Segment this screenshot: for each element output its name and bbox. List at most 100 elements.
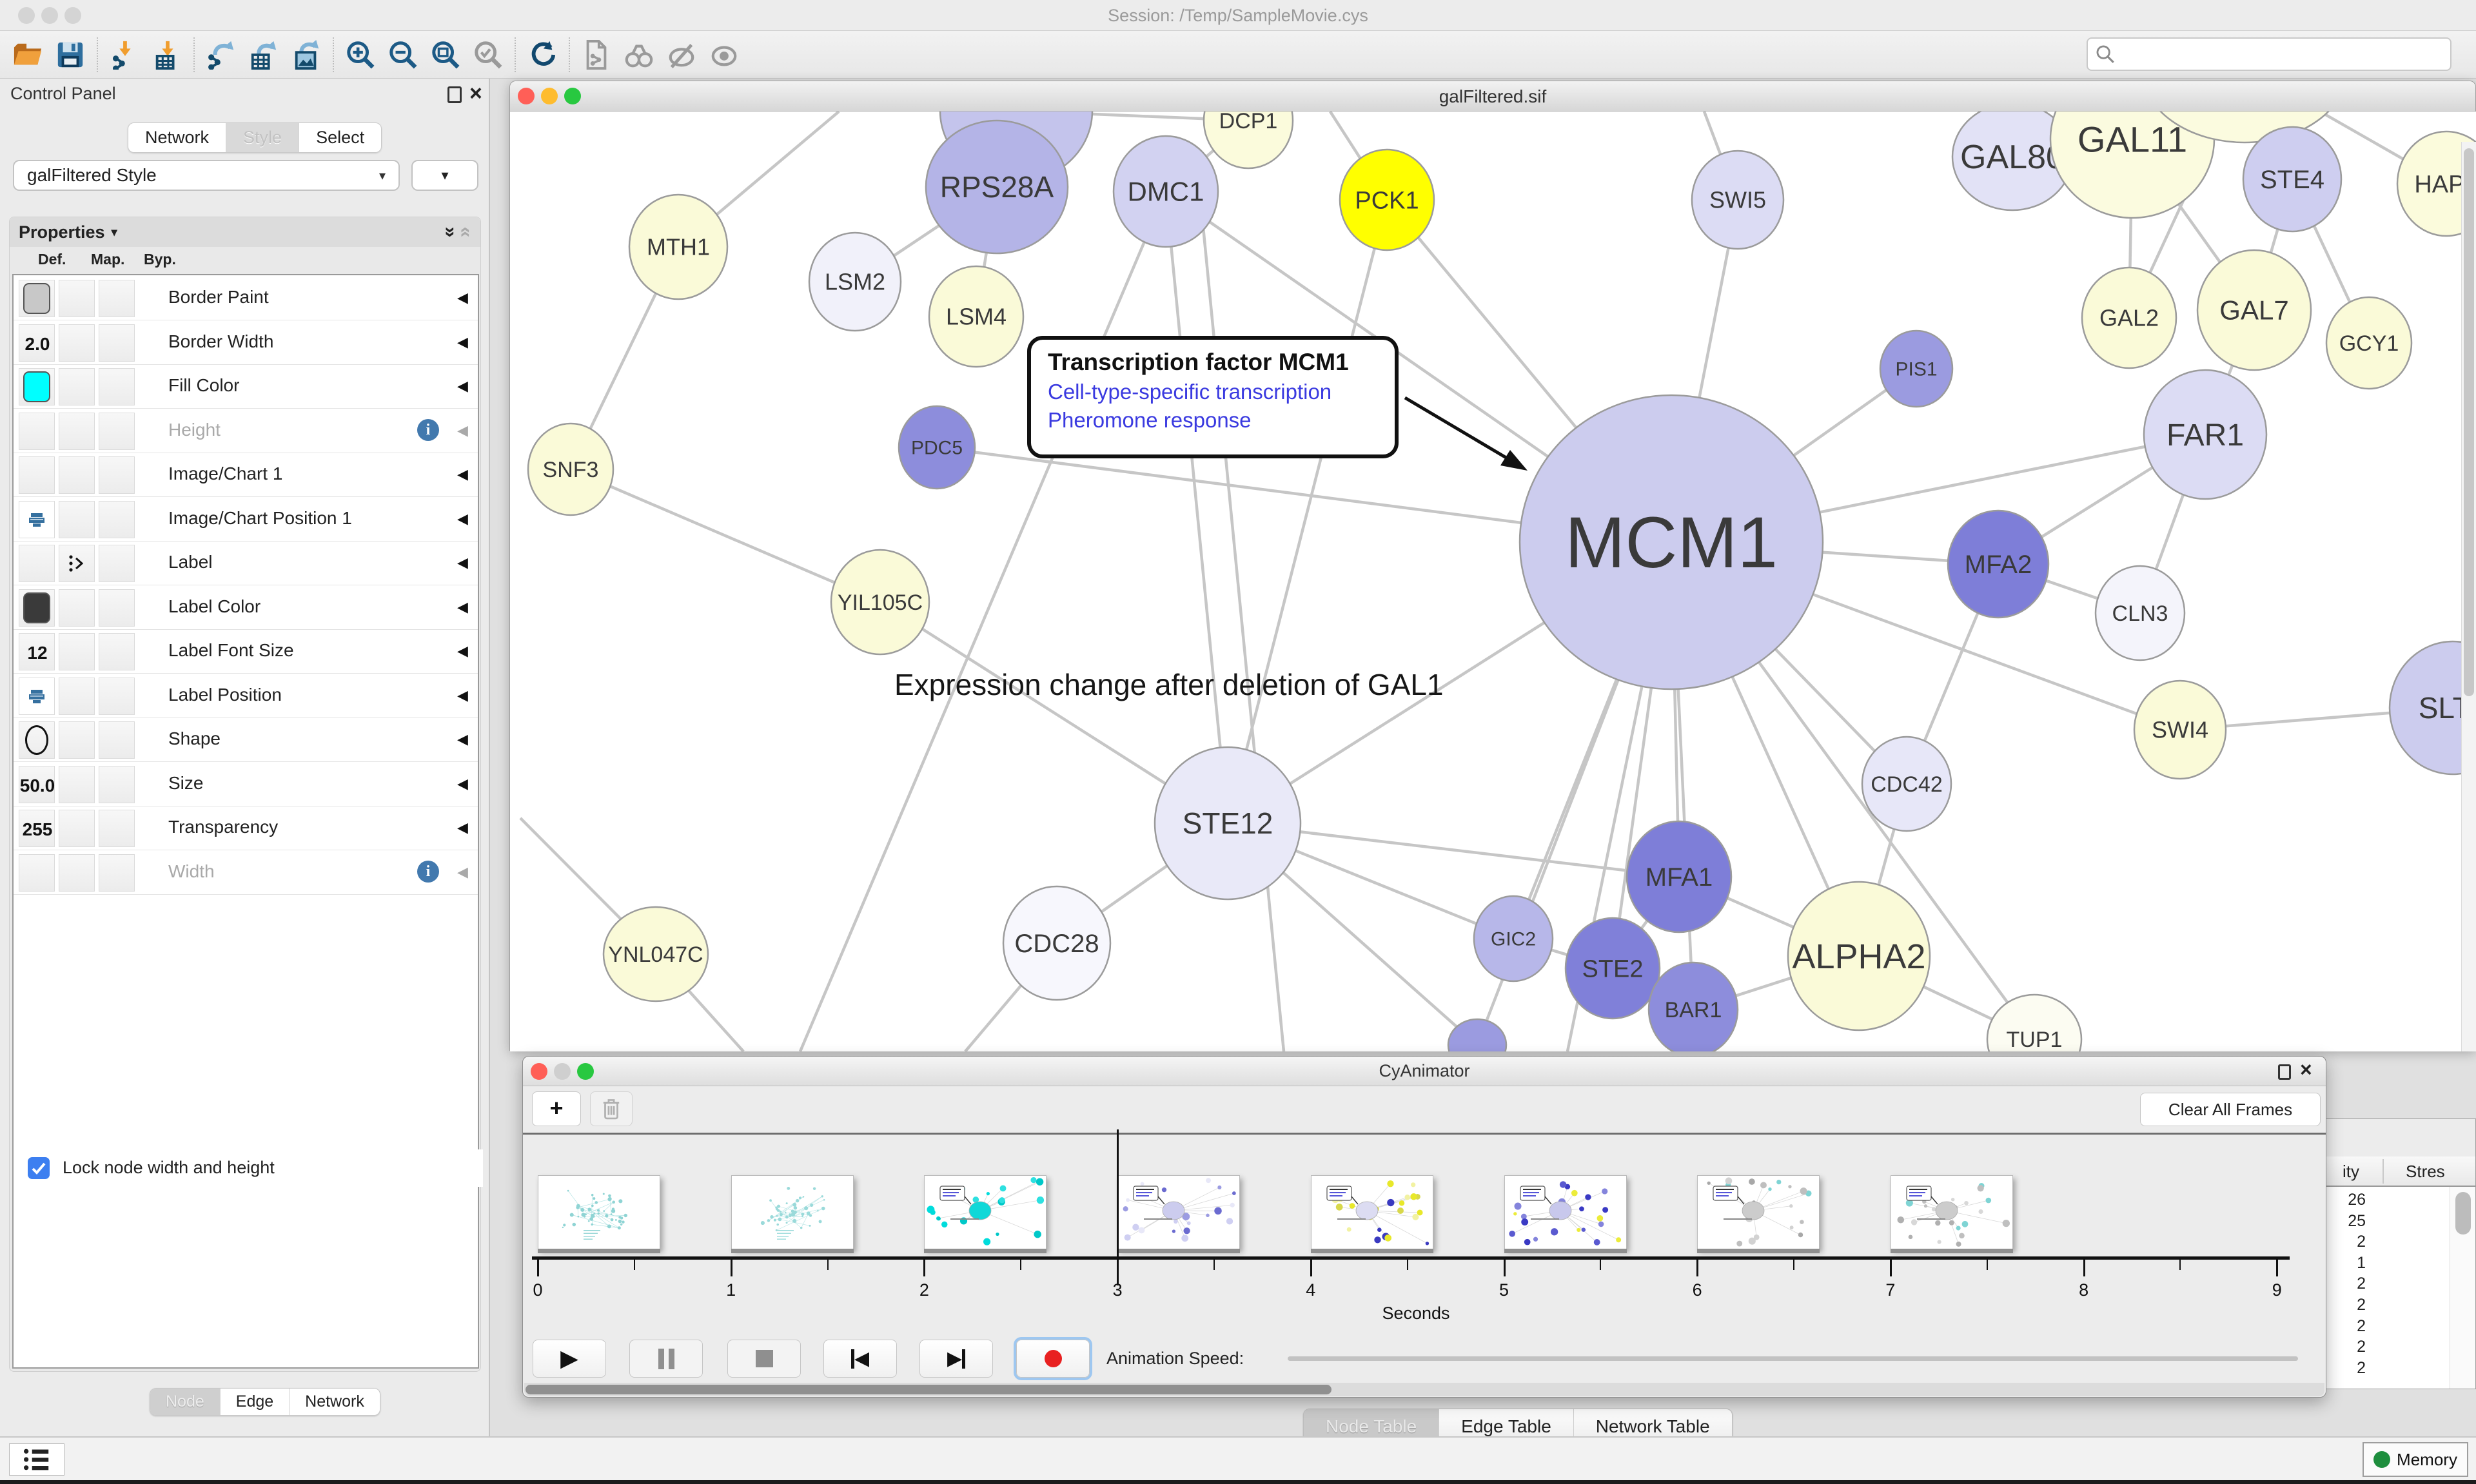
default-value-cell[interactable]: 12 bbox=[19, 633, 55, 670]
network-node-mfa1[interactable]: MFA1 bbox=[1627, 821, 1731, 932]
annotation-link[interactable]: Pheromone response bbox=[1048, 408, 1378, 433]
default-value-cell[interactable]: 50.0 bbox=[19, 766, 55, 803]
export-network-button[interactable] bbox=[200, 34, 242, 75]
tab-style[interactable]: Style bbox=[226, 123, 299, 152]
mapping-cell[interactable] bbox=[59, 545, 95, 582]
search-box[interactable] bbox=[2087, 37, 2451, 71]
expand-property-icon[interactable]: ◀ bbox=[457, 687, 468, 704]
table-cell-value[interactable]: 1 bbox=[2323, 1254, 2366, 1273]
memory-button[interactable]: Memory bbox=[2363, 1442, 2468, 1477]
add-frame-button[interactable]: + bbox=[532, 1091, 581, 1126]
float-window-icon[interactable] bbox=[2278, 1064, 2291, 1080]
network-node-lsm2[interactable]: LSM2 bbox=[809, 233, 901, 331]
property-row-height[interactable]: Heighti◀ bbox=[14, 409, 478, 453]
stop-button[interactable] bbox=[727, 1340, 801, 1378]
property-row-transparency[interactable]: 255Transparency◀ bbox=[14, 806, 478, 850]
network-node-gcy1[interactable]: GCY1 bbox=[2326, 297, 2412, 389]
bypass-cell[interactable] bbox=[99, 456, 135, 494]
property-row-label[interactable]: Label◀ bbox=[14, 542, 478, 585]
collapse-all-icon[interactable]: « bbox=[455, 227, 477, 238]
expand-property-icon[interactable]: ◀ bbox=[457, 554, 468, 571]
default-value-cell[interactable]: 255 bbox=[19, 810, 55, 847]
network-node-lsm4[interactable]: LSM4 bbox=[929, 266, 1023, 367]
mapping-cell[interactable] bbox=[59, 456, 95, 494]
property-row-width[interactable]: Widthi◀ bbox=[14, 851, 478, 895]
expand-property-icon[interactable]: ◀ bbox=[457, 819, 468, 836]
bypass-cell[interactable] bbox=[99, 633, 135, 670]
skip-end-button[interactable]: ▶ bbox=[919, 1340, 993, 1378]
search-input[interactable] bbox=[2121, 44, 2450, 65]
bypass-cell[interactable] bbox=[99, 545, 135, 582]
default-value-cell[interactable] bbox=[19, 678, 55, 715]
show-details-button[interactable] bbox=[703, 34, 745, 75]
expand-property-icon[interactable]: ◀ bbox=[457, 599, 468, 616]
property-row-shape[interactable]: Shape◀ bbox=[14, 718, 478, 762]
annotation-box[interactable]: Transcription factor MCM1 Cell-type-spec… bbox=[1027, 336, 1399, 458]
frame-thumbnail-0[interactable] bbox=[538, 1175, 660, 1249]
network-node-pis1[interactable]: PIS1 bbox=[1880, 331, 1952, 407]
bypass-cell[interactable] bbox=[99, 766, 135, 803]
bypass-cell[interactable] bbox=[99, 501, 135, 538]
network-node-cdc42[interactable]: CDC42 bbox=[1862, 737, 1951, 831]
clear-all-frames-button[interactable]: Clear All Frames bbox=[2140, 1093, 2321, 1126]
close-panel-icon[interactable]: × bbox=[2300, 1058, 2312, 1082]
timeline-playhead[interactable] bbox=[1117, 1129, 1119, 1285]
property-row-image-chart-position-1[interactable]: Image/Chart Position 1◀ bbox=[14, 498, 478, 542]
mapping-cell[interactable] bbox=[59, 501, 95, 538]
zoom-in-button[interactable] bbox=[339, 34, 382, 75]
default-value-cell[interactable] bbox=[19, 456, 55, 494]
network-vertical-scrollbar[interactable] bbox=[2461, 142, 2476, 1051]
mapping-cell[interactable] bbox=[59, 280, 95, 317]
network-node-far1[interactable]: FAR1 bbox=[2144, 370, 2266, 499]
bypass-cell[interactable] bbox=[99, 854, 135, 892]
table-column-header[interactable]: Stres bbox=[2406, 1162, 2445, 1182]
network-node[interactable] bbox=[1448, 1019, 1506, 1051]
table-cell-value[interactable]: 2 bbox=[2323, 1338, 2366, 1356]
table-cell-value[interactable]: 2 bbox=[2323, 1274, 2366, 1293]
network-node-ste2[interactable]: STE2 bbox=[1566, 918, 1660, 1019]
network-file-button[interactable] bbox=[575, 34, 618, 75]
tab-node[interactable]: Node bbox=[150, 1389, 221, 1415]
network-node-pck1[interactable]: PCK1 bbox=[1340, 150, 1434, 250]
expand-property-icon[interactable]: ◀ bbox=[457, 864, 468, 881]
property-row-fill-color[interactable]: Fill Color◀ bbox=[14, 365, 478, 409]
default-value-cell[interactable] bbox=[19, 280, 55, 317]
network-node-mfa2[interactable]: MFA2 bbox=[1948, 511, 2049, 618]
expand-property-icon[interactable]: ◀ bbox=[457, 511, 468, 527]
property-row-border-paint[interactable]: Border Paint◀ bbox=[14, 277, 478, 320]
network-node-ste4[interactable]: STE4 bbox=[2243, 127, 2341, 231]
table-vertical-scrollbar[interactable] bbox=[2450, 1187, 2476, 1389]
bypass-cell[interactable] bbox=[99, 368, 135, 405]
network-node-mcm1[interactable]: MCM1 bbox=[1520, 395, 1823, 689]
network-node-tup1[interactable]: TUP1 bbox=[1987, 995, 2081, 1051]
table-cell-value[interactable]: 25 bbox=[2323, 1212, 2366, 1231]
property-row-label-color[interactable]: Label Color◀ bbox=[14, 586, 478, 630]
search-network-button[interactable] bbox=[618, 34, 660, 75]
mapping-cell[interactable] bbox=[59, 324, 95, 362]
default-value-cell[interactable] bbox=[19, 721, 55, 759]
timeline-horizontal-scrollbar[interactable] bbox=[524, 1383, 2324, 1396]
expand-property-icon[interactable]: ◀ bbox=[457, 422, 468, 439]
frame-thumbnail-2[interactable] bbox=[924, 1175, 1046, 1249]
hide-details-button[interactable] bbox=[660, 34, 703, 75]
save-button[interactable] bbox=[49, 34, 92, 75]
network-node-snf3[interactable]: SNF3 bbox=[528, 424, 613, 515]
mapping-cell[interactable] bbox=[59, 413, 95, 450]
expand-property-icon[interactable]: ◀ bbox=[457, 378, 468, 395]
mapping-cell[interactable] bbox=[59, 678, 95, 715]
expand-property-icon[interactable]: ◀ bbox=[457, 776, 468, 792]
expand-property-icon[interactable]: ◀ bbox=[457, 334, 468, 351]
bypass-cell[interactable] bbox=[99, 413, 135, 450]
import-table-button[interactable] bbox=[146, 34, 188, 75]
network-node-pdc5[interactable]: PDC5 bbox=[899, 406, 975, 489]
network-node-gal2[interactable]: GAL2 bbox=[2082, 268, 2176, 368]
table-cell-value[interactable]: 2 bbox=[2323, 1233, 2366, 1251]
expand-property-icon[interactable]: ◀ bbox=[457, 731, 468, 748]
import-network-button[interactable] bbox=[103, 34, 146, 75]
mapping-cell[interactable] bbox=[59, 721, 95, 759]
tab-network[interactable]: Network bbox=[128, 123, 226, 152]
scrollbar-thumb[interactable] bbox=[2464, 148, 2474, 696]
network-node-dmc1[interactable]: DMC1 bbox=[1114, 136, 1218, 247]
table-cell-value[interactable]: 2 bbox=[2323, 1296, 2366, 1314]
annotation-link[interactable]: Cell-type-specific transcription bbox=[1048, 380, 1378, 404]
